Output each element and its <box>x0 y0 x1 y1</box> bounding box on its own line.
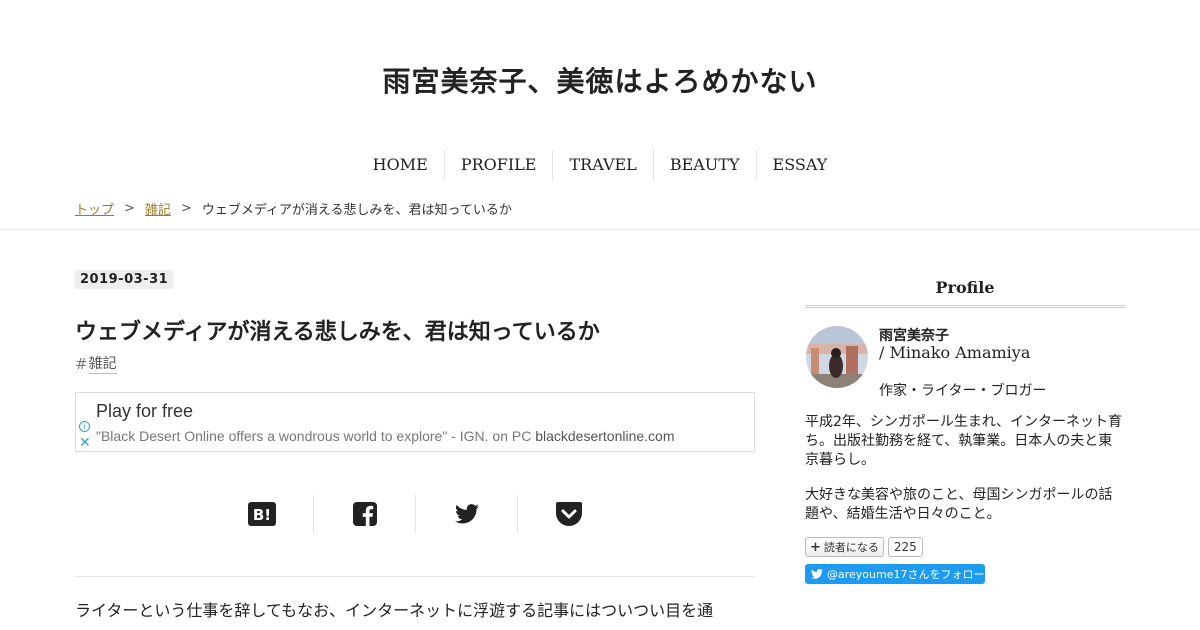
breadcrumb-separator: > <box>180 201 192 216</box>
breadcrumb-separator: > <box>124 201 135 216</box>
breadcrumb-top-link[interactable]: トップ <box>75 199 114 218</box>
facebook-share-button[interactable] <box>313 495 415 533</box>
entry-category: # 雑記 <box>75 353 117 374</box>
twitter-icon <box>454 504 479 524</box>
sidebar-heading-divider <box>805 305 1125 308</box>
site-title[interactable]: 雨宮美奈子、美徳はよろめかない <box>0 60 1200 100</box>
header-divider <box>0 229 1200 230</box>
profile-description: 平成2年、シンガポール生まれ、インターネット育ち。出版社勤務を経て、執筆業。日本… <box>805 414 1123 468</box>
ad-description-text: "Black Desert Online offers a wondrous w… <box>96 428 536 444</box>
ad-title[interactable]: Play for free <box>96 401 193 422</box>
breadcrumb: トップ > 雑記 > ウェブメディアが消える悲しみを、君は知っているか <box>75 199 512 218</box>
ad-info-icon[interactable]: i <box>79 421 90 432</box>
profile-description-2: 大好きな美容や旅のこと、母国シンガポールの話題や、結婚生活や日々のこと。 <box>805 487 1113 522</box>
profile-name-en: / Minako Amamiya <box>879 343 1031 362</box>
avatar[interactable] <box>806 326 868 388</box>
content-divider <box>75 576 755 577</box>
breadcrumb-category-link[interactable]: 雑記 <box>145 199 171 218</box>
subscribe-widget: + 読者になる 225 <box>805 537 923 557</box>
entry-date[interactable]: 2019-03-31 <box>75 270 174 289</box>
share-bar: B! <box>211 495 619 533</box>
ad-close-icon[interactable]: ✕ <box>79 435 91 449</box>
category-link[interactable]: 雑記 <box>88 353 117 374</box>
profile-name[interactable]: 雨宮美奈子 <box>879 325 949 345</box>
global-nav: HOME PROFILE TRAVEL BEAUTY ESSAY <box>0 150 1200 180</box>
subscribe-button[interactable]: + 読者になる <box>805 537 884 557</box>
subscribe-label: 読者になる <box>823 541 879 554</box>
plus-icon: + <box>810 539 821 555</box>
nav-item-essay[interactable]: ESSAY <box>755 150 844 180</box>
facebook-icon <box>352 502 377 526</box>
subscriber-count: 225 <box>887 537 923 557</box>
sidebar-profile-heading: Profile <box>935 278 995 297</box>
svg-text:B!: B! <box>253 506 271 524</box>
nav-item-home[interactable]: HOME <box>357 150 444 180</box>
breadcrumb-current: ウェブメディアが消える悲しみを、君は知っているか <box>201 203 512 218</box>
pocket-share-button[interactable] <box>517 495 619 533</box>
twitter-icon <box>811 569 823 579</box>
hatena-bookmark-button[interactable]: B! <box>211 495 313 533</box>
twitter-share-button[interactable] <box>415 495 517 533</box>
profile-role: 作家・ライター・ブロガー <box>879 383 1047 399</box>
nav-item-profile[interactable]: PROFILE <box>443 150 553 180</box>
hash-icon: # <box>75 354 88 373</box>
hatena-bookmark-icon: B! <box>248 502 276 526</box>
ad-url[interactable]: blackdesertonline.com <box>535 428 674 444</box>
nav-item-beauty[interactable]: BEAUTY <box>652 150 756 180</box>
pocket-icon <box>555 502 582 526</box>
ad-description[interactable]: "Black Desert Online offers a wondrous w… <box>96 428 675 444</box>
twitter-follow-button[interactable]: @areyoume17さんをフォロー <box>805 564 985 584</box>
entry-body: ライターという仕事を辞してもなお、インターネットに浮遊する記事にはついつい目を通 <box>75 601 714 620</box>
twitter-follow-label: @areyoume17さんをフォロー <box>827 568 985 581</box>
ad-banner[interactable]: Play for free "Black Desert Online offer… <box>75 392 755 452</box>
entry-title[interactable]: ウェブメディアが消える悲しみを、君は知っているか <box>75 314 755 346</box>
nav-item-travel[interactable]: TRAVEL <box>552 150 652 180</box>
